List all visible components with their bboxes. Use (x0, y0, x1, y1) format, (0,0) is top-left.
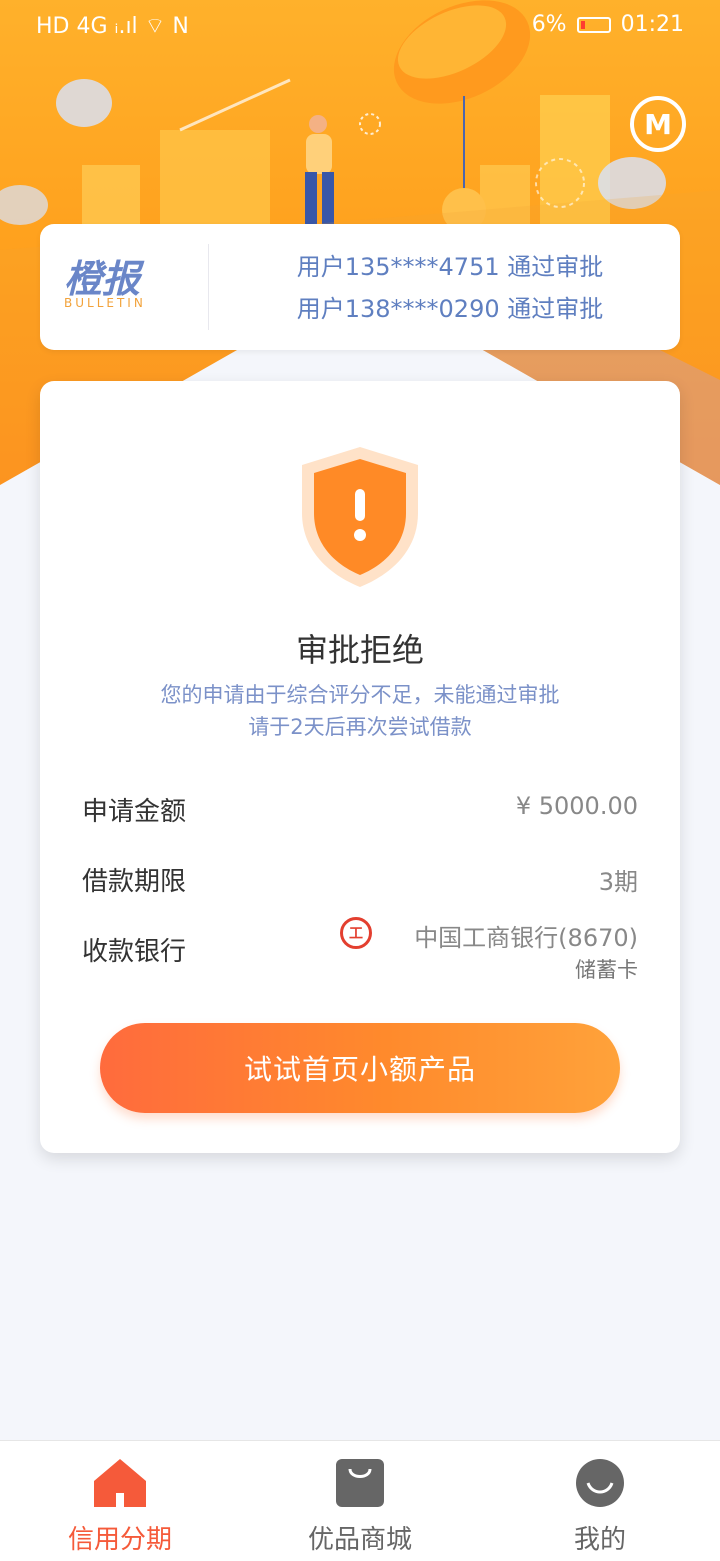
battery-percent: 6% (531, 12, 567, 37)
tab-profile[interactable]: 我的 (480, 1441, 720, 1561)
status-left: HD 4G ᵢ.ıl ⌔ N (36, 12, 189, 40)
home-icon (94, 1459, 146, 1507)
bulletin-logo-en: BULLETIN (64, 296, 146, 310)
bulletin-card: 橙报 BULLETIN 用户135****4751 通过审批 用户138****… (40, 224, 680, 350)
result-title: 审批拒绝 (295, 631, 424, 669)
bulletin-item: 用户138****0290 通过审批 (296, 295, 604, 323)
term-value: 3期 (598, 868, 638, 896)
status-right: 6% 01:21 (532, 12, 684, 37)
status-time: 01:21 (620, 12, 684, 37)
result-desc-line2: 请于2天后再次尝试借款 (248, 715, 472, 739)
bottom-tabbar: 信用分期 优品商城 我的 (0, 1440, 720, 1561)
shopping-bag-icon (336, 1459, 384, 1507)
brand-logo-icon[interactable]: M (630, 96, 686, 152)
tab-label: 我的 (573, 1525, 626, 1555)
bulletin-item: 用户135****4751 通过审批 (296, 253, 604, 281)
icbc-bank-icon: 工 (340, 917, 372, 949)
battery-icon (576, 16, 611, 33)
tab-shop[interactable]: 优品商城 (240, 1441, 480, 1561)
result-description: 您的申请由于综合评分不足，未能通过审批 请于2天后再次尝试借款 (40, 679, 680, 743)
try-small-loan-button[interactable]: 试试首页小额产品 (100, 1023, 620, 1113)
bulletin-logo: 橙报 BULLETIN (64, 248, 184, 322)
amount-value: ¥ 5000.00 (515, 792, 638, 820)
tab-label: 信用分期 (67, 1525, 172, 1555)
amount-label: 申请金额 (82, 797, 187, 827)
bulletin-list: 用户135****4751 通过审批 用户138****0290 通过审批 (240, 246, 660, 330)
bulletin-logo-cn: 橙报 (64, 257, 141, 301)
result-card: 审批拒绝 您的申请由于综合评分不足，未能通过审批 请于2天后再次尝试借款 申请金… (40, 381, 680, 1153)
bank-label: 收款银行 (82, 937, 187, 967)
warning-shield-icon (302, 447, 418, 587)
profile-icon (576, 1459, 624, 1507)
term-label: 借款期限 (82, 867, 187, 897)
bank-value: 中国工商银行(8670) (414, 924, 638, 952)
bulletin-divider (208, 244, 209, 330)
result-desc-line1: 您的申请由于综合评分不足，未能通过审批 (160, 683, 560, 707)
tab-label: 优品商城 (307, 1525, 412, 1555)
tab-credit-installment[interactable]: 信用分期 (0, 1441, 240, 1561)
bank-card-type: 储蓄卡 (575, 958, 638, 982)
status-bar: HD 4G ᵢ.ıl ⌔ N 6% 01:21 (0, 0, 720, 52)
signal-icons: HD 4G ᵢ.ıl ⌔ N (36, 14, 189, 39)
